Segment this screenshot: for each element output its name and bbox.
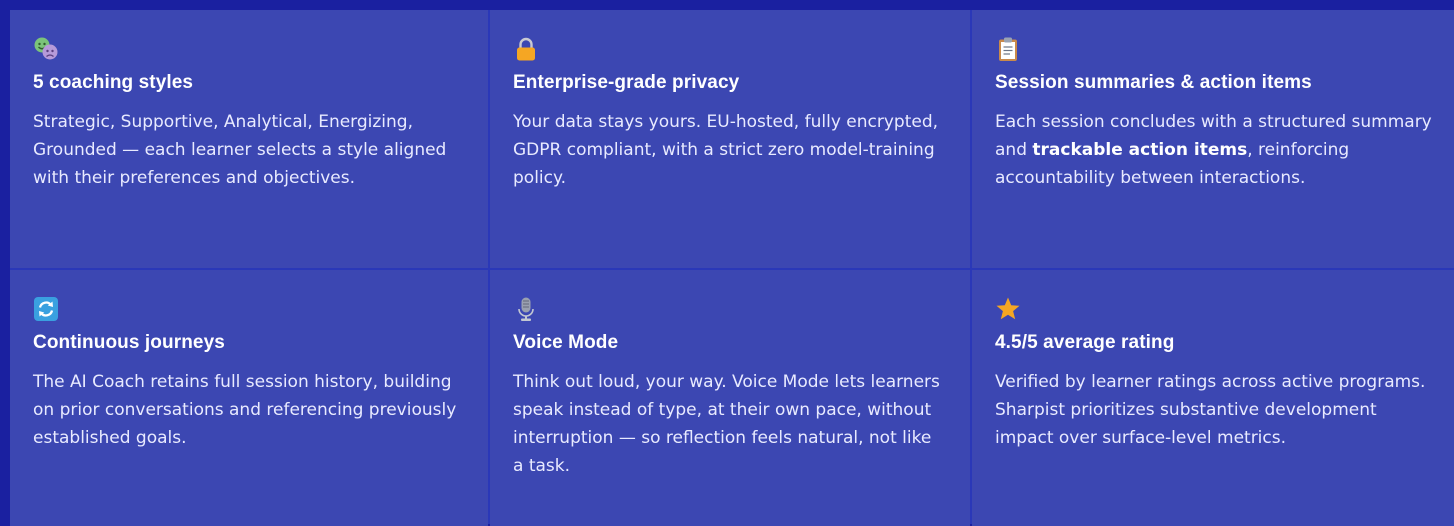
feature-description: Strategic, Supportive, Analytical, Energ… — [33, 112, 447, 188]
feature-card-session-summaries: Session summaries & action items Each se… — [972, 10, 1454, 268]
features-grid: 5 coaching styles Strategic, Supportive,… — [10, 10, 1454, 526]
theater-masks-icon — [34, 37, 58, 60]
feature-card-rating: 4.5/5 average rating Verified by learner… — [972, 270, 1454, 526]
feature-title: Continuous journeys — [33, 332, 225, 353]
feature-title: Voice Mode — [513, 332, 619, 353]
feature-title: Session summaries & action items — [995, 72, 1312, 93]
feature-title: 5 coaching styles — [33, 72, 194, 93]
feature-card-voice-mode: Voice Mode Think out loud, your way. Voi… — [490, 270, 970, 526]
clipboard-icon — [999, 37, 1017, 61]
feature-card-privacy: Enterprise-grade privacy Your data stays… — [490, 10, 970, 268]
feature-description: Your data stays yours. EU-hosted, fully … — [513, 112, 939, 188]
feature-title: 4.5/5 average rating — [995, 332, 1175, 353]
feature-card-coaching-styles: 5 coaching styles Strategic, Supportive,… — [10, 10, 488, 268]
feature-description: Verified by learner ratings across activ… — [995, 372, 1426, 448]
star-icon — [996, 297, 1020, 320]
feature-title: Enterprise-grade privacy — [513, 72, 740, 93]
feature-description: The AI Coach retains full session histor… — [33, 372, 457, 448]
feature-description: Each session concludes with a structured… — [995, 108, 1434, 192]
feature-card-continuous-journeys: Continuous journeys The AI Coach retains… — [10, 270, 488, 526]
description-bold-text: trackable action items — [1032, 140, 1248, 160]
lock-icon — [517, 37, 535, 61]
refresh-icon — [34, 297, 58, 321]
feature-description: Think out loud, your way. Voice Mode let… — [513, 372, 940, 476]
microphone-icon — [518, 297, 534, 321]
